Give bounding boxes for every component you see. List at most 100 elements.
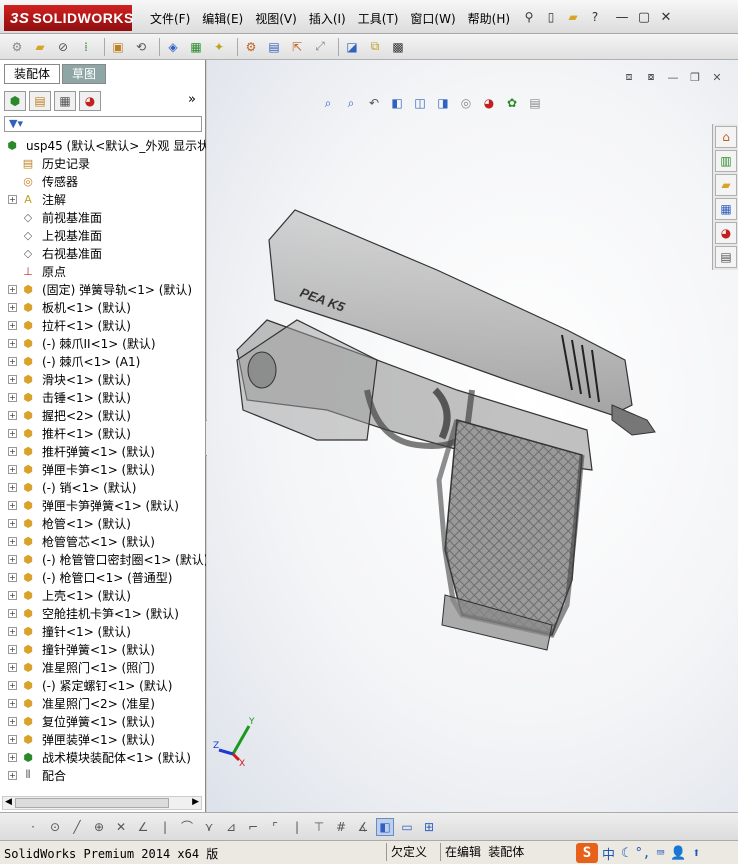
feature-manager-tab-icon[interactable]: ⬢ <box>4 91 26 111</box>
line-icon[interactable]: ╱ <box>68 818 86 836</box>
tree-item[interactable]: ◎ 传感器 <box>0 172 78 190</box>
design-library-icon[interactable]: ▥ <box>715 150 737 172</box>
relation-icon[interactable]: ∡ <box>354 818 372 836</box>
tree-item[interactable]: ◇ 右视基准面 <box>0 244 102 262</box>
expand-icon[interactable]: + <box>8 500 17 510</box>
tree-item[interactable]: + ⬢ 上壳<1> (默认) <box>0 586 131 604</box>
tree-item[interactable]: + ⬢ 准星照门<2> (准星) <box>0 694 155 712</box>
expand-icon[interactable]: + <box>8 626 17 636</box>
tree-item[interactable]: + ⬢ 弹匣卡笋<1> (默认) <box>0 460 155 478</box>
menu-item[interactable]: 帮助(H) <box>468 10 510 27</box>
expand-icon[interactable]: + <box>8 518 17 528</box>
graphics-area[interactable]: ⧈ ⧇ — ❐ ✕ ⌕ ⌕ ↶ ◧ ◫ ◨ ◎ ◕ ✿ ▤ PEA K5 Y Z… <box>207 60 738 812</box>
menu-item[interactable]: 文件(F) <box>150 10 190 27</box>
expand-icon[interactable]: + <box>8 194 17 204</box>
tree-item[interactable]: + ⬢ 空舱挂机卡笋<1> (默认) <box>0 604 179 622</box>
tree-filter[interactable]: ▼▾ <box>4 116 202 132</box>
file-explorer-icon[interactable]: ▰ <box>715 174 737 196</box>
expand-icon[interactable]: + <box>8 608 17 618</box>
tree-item[interactable]: + ⬢ 滑块<1> (默认) <box>0 370 131 388</box>
ime-moon-icon[interactable]: ☾ <box>621 846 629 861</box>
insert-component-icon[interactable]: ⚙ <box>8 38 26 56</box>
open-component-icon[interactable]: ▰ <box>31 38 49 56</box>
tree-item[interactable]: + ⬢ 枪管<1> (默认) <box>0 514 131 532</box>
configuration-manager-tab-icon[interactable]: ▦ <box>54 91 76 111</box>
resources-icon[interactable]: ⌂ <box>715 126 737 148</box>
pistol-model[interactable]: PEA K5 <box>207 60 738 812</box>
expand-icon[interactable]: + <box>8 536 17 546</box>
tree-item[interactable]: + ⬢ 推杆弹簧<1> (默认) <box>0 442 155 460</box>
tree-item[interactable]: + ⬢ (-) 棘爪<1> (A1) <box>0 352 140 370</box>
expand-icon[interactable]: + <box>8 734 17 744</box>
grid-icon[interactable]: # <box>332 818 350 836</box>
pin-icon[interactable]: ⚲ <box>520 8 538 26</box>
explode-line-icon[interactable]: ⤢ <box>311 38 329 56</box>
new-motion-study-icon[interactable]: ⚙ <box>242 38 260 56</box>
open-folder-icon[interactable]: ▰ <box>564 8 582 26</box>
expand-icon[interactable]: + <box>8 338 17 348</box>
tree-item[interactable]: + ⬢ (-) 销<1> (默认) <box>0 478 136 496</box>
polygon-icon[interactable]: ⊕ <box>90 818 108 836</box>
tree-item[interactable]: + ⫴ 配合 <box>0 766 66 784</box>
tree-item[interactable]: + ⬢ 弹匣装弹<1> (默认) <box>0 730 155 748</box>
ime-user-icon[interactable]: 👤 <box>670 846 686 861</box>
expand-panel-icon[interactable]: » <box>188 92 196 107</box>
menu-item[interactable]: 工具(T) <box>358 10 399 27</box>
expand-icon[interactable]: + <box>8 662 17 672</box>
sogou-ime-icon[interactable]: S <box>576 843 598 863</box>
horizontal-scrollbar[interactable]: ◀ ▶ <box>2 796 202 810</box>
tree-item[interactable]: + ⬢ (-) 紧定螺钉<1> (默认) <box>0 676 172 694</box>
ime-keyboard-icon[interactable]: ⌨ <box>657 846 665 861</box>
3d-view-icon[interactable]: ◧ <box>376 817 394 836</box>
tree-item[interactable]: ◇ 前视基准面 <box>0 208 102 226</box>
tree-item[interactable]: + ⬢ (固定) 弹簧导轨<1> (默认) <box>0 280 192 298</box>
assembly-features-icon[interactable]: ▦ <box>187 38 205 56</box>
show-hidden-icon[interactable]: ◈ <box>164 38 182 56</box>
clearance-icon[interactable]: ⧉ <box>366 38 384 56</box>
expand-icon[interactable]: + <box>8 644 17 654</box>
offset-icon[interactable]: ⌒ <box>178 818 196 836</box>
expand-icon[interactable]: + <box>8 410 17 420</box>
tree-item[interactable]: + ⬢ (-) 枪管管口密封圈<1> (默认) <box>0 550 206 568</box>
display-manager-tab-icon[interactable]: ◕ <box>79 91 101 111</box>
ime-punctuation-icon[interactable]: °, <box>635 846 651 861</box>
restore-icon[interactable]: ▢ <box>636 9 652 25</box>
single-view-icon[interactable]: ▭ <box>398 818 416 836</box>
tree-item[interactable]: + ⬢ 握把<2> (默认) <box>0 406 131 424</box>
mate-icon[interactable]: ⊘ <box>54 38 72 56</box>
corner-rectangle-icon[interactable]: ⌐ <box>244 818 262 836</box>
exploded-view-icon[interactable]: ⇱ <box>288 38 306 56</box>
new-document-icon[interactable]: ▯ <box>542 8 560 26</box>
expand-icon[interactable]: + <box>8 554 17 564</box>
linear-sketch-pattern-icon[interactable]: ⊿ <box>222 818 240 836</box>
minimize-icon[interactable]: — <box>614 9 630 25</box>
expand-icon[interactable]: + <box>8 356 17 366</box>
tab-assembly[interactable]: 装配体 <box>4 64 61 84</box>
bill-of-materials-icon[interactable]: ▤ <box>265 38 283 56</box>
solidworks-logo[interactable]: 3S SOLIDWORKS <box>4 5 133 31</box>
expand-icon[interactable]: + <box>8 392 17 402</box>
menu-item[interactable]: 编辑(E) <box>202 10 243 27</box>
move-component-icon[interactable]: ⟲ <box>132 38 150 56</box>
expand-icon[interactable]: + <box>8 428 17 438</box>
instant3d-icon[interactable]: ▩ <box>389 38 407 56</box>
tree-item[interactable]: + ⬢ 战术模块装配体<1> (默认) <box>0 748 191 766</box>
expand-icon[interactable]: + <box>8 374 17 384</box>
tree-item[interactable]: + ⬢ 撞针弹簧<1> (默认) <box>0 640 155 658</box>
scroll-right-icon[interactable]: ▶ <box>192 797 199 807</box>
angle-icon[interactable]: ∠ <box>134 818 152 836</box>
expand-icon[interactable]: + <box>8 716 17 726</box>
expand-icon[interactable]: + <box>8 770 17 780</box>
menu-item[interactable]: 插入(I) <box>309 10 346 27</box>
tree-item[interactable]: ⊥ 原点 <box>0 262 66 280</box>
interference-check-icon[interactable]: ◪ <box>343 38 361 56</box>
property-manager-tab-icon[interactable]: ▤ <box>29 91 51 111</box>
expand-icon[interactable]: + <box>8 320 17 330</box>
tree-item[interactable]: + ⬢ 板机<1> (默认) <box>0 298 131 316</box>
view-palette-icon[interactable]: ▦ <box>715 198 737 220</box>
circle-icon[interactable]: ⊙ <box>46 818 64 836</box>
sketch-fillet-icon[interactable]: ⌜ <box>266 818 284 836</box>
appearances-icon[interactable]: ◕ <box>715 222 737 244</box>
custom-properties-icon[interactable]: ▤ <box>715 246 737 268</box>
point-icon[interactable]: · <box>24 818 42 836</box>
